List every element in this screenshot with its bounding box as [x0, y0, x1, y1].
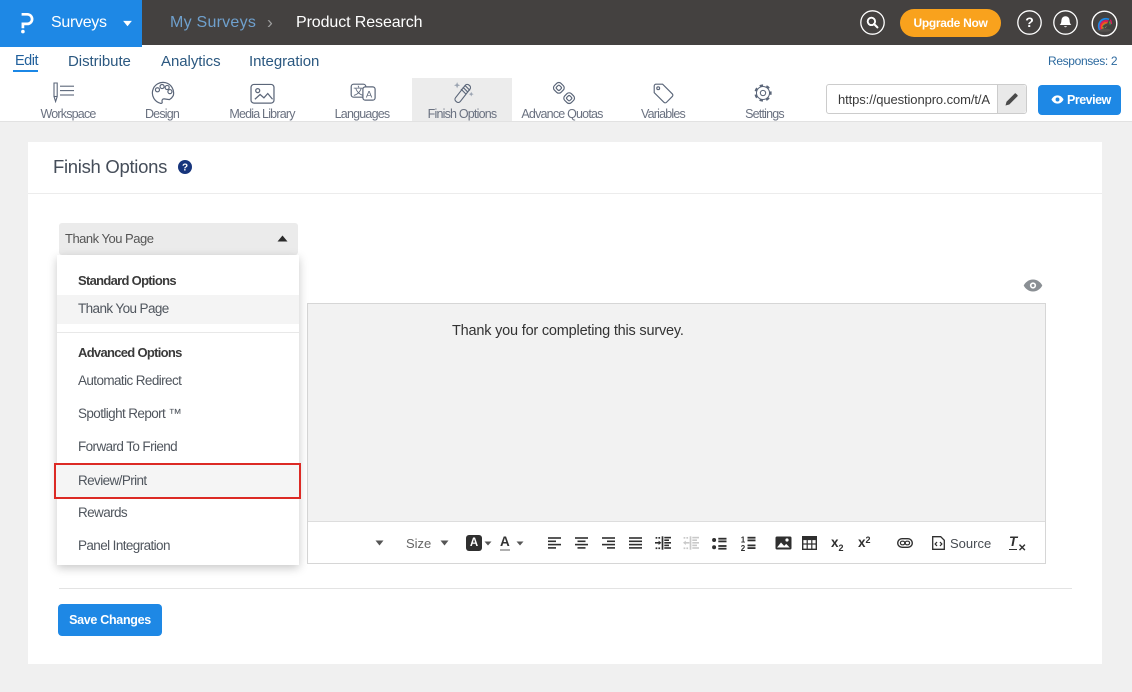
- svg-text:?: ?: [182, 163, 188, 174]
- svg-text:2: 2: [741, 544, 746, 551]
- svg-text:?: ?: [1025, 14, 1034, 30]
- svg-text:A: A: [366, 89, 373, 100]
